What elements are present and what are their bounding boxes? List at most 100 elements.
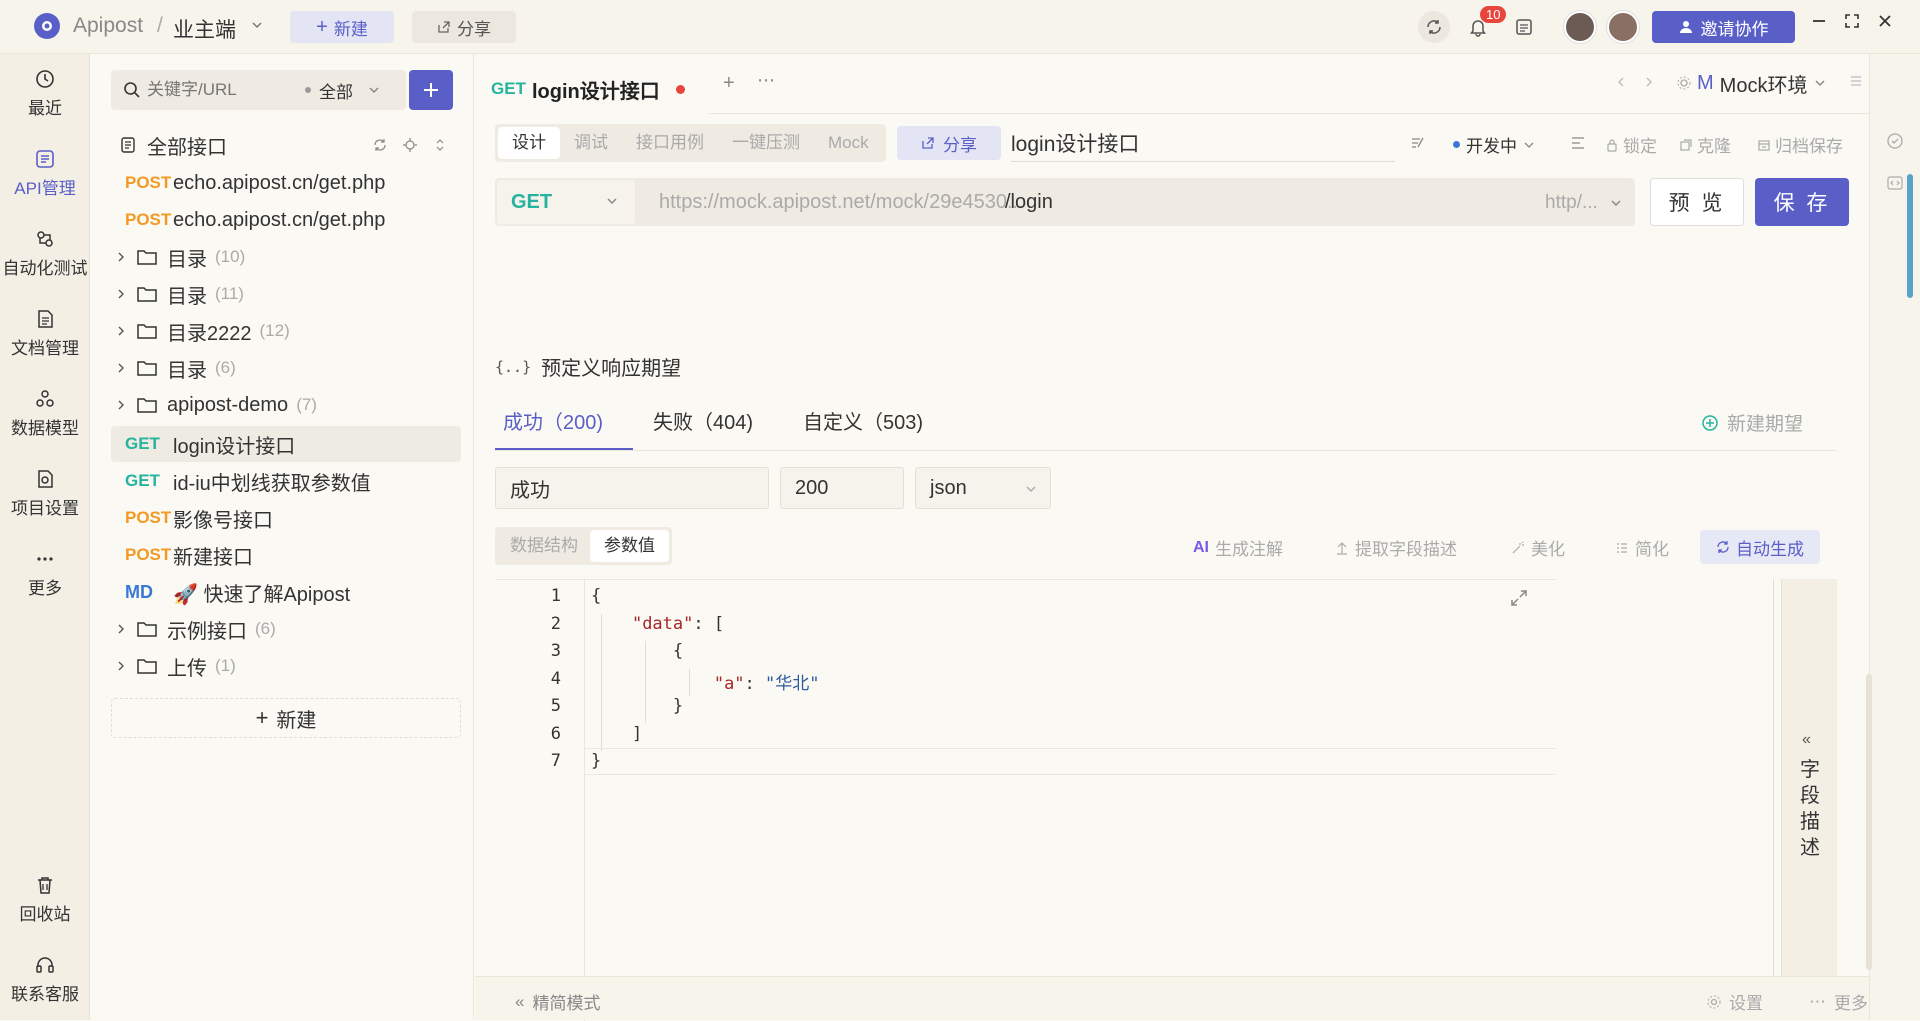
subtab-stress[interactable]: 一键压测 [718,127,814,159]
tree-item-api[interactable]: POST echo.apipost.cn/get.php [111,165,461,201]
refresh-icon[interactable] [373,138,387,152]
chevron-right-icon[interactable] [115,288,127,300]
filter-select[interactable]: 全部 [319,78,353,103]
method-select[interactable]: GET [497,180,635,224]
subtab-cases[interactable]: 接口用例 [622,127,718,159]
tree-folder[interactable]: 上传 (1) [111,648,461,684]
expand-icon[interactable] [1509,588,1529,608]
workspace-name[interactable]: 业主端 [173,14,236,44]
edit-icon[interactable] [1409,134,1427,152]
protocol-select[interactable]: http/... [1545,192,1598,214]
tree-folder[interactable]: 目录 (10) [111,239,461,275]
share-button[interactable]: 分享 [412,11,516,43]
add-tab-icon[interactable]: + [723,72,735,95]
new-expect-button[interactable]: 新建期望 [1701,409,1803,436]
view-structure[interactable]: 数据结构 [498,530,590,562]
notes-icon[interactable] [1514,17,1534,37]
resp-tab-custom[interactable]: 自定义（503) [803,406,923,435]
simple-mode-toggle[interactable]: « 精简模式 [515,989,600,1014]
nav-item-model[interactable]: 数据模型 [0,388,90,439]
tree-folder[interactable]: apipost-demo (7) [111,387,461,423]
tree-folder[interactable]: 目录 (6) [111,350,461,386]
chevron-down-icon[interactable] [367,83,381,97]
expect-name-input[interactable]: 成功 [495,467,769,509]
ai-annotate-button[interactable]: AI 生成注解 [1193,535,1283,560]
extract-desc-button[interactable]: 提取字段描述 [1335,535,1457,560]
nav-item-api[interactable]: API管理 [0,148,90,199]
tree-new-button[interactable]: + 新建 [111,698,461,738]
archive-button[interactable]: 归档保存 [1757,132,1843,157]
subtab-debug[interactable]: 调试 [560,127,622,159]
locate-icon[interactable] [403,138,417,152]
collapse-icon[interactable] [433,138,447,152]
search-input[interactable] [147,80,297,100]
check-circle-icon[interactable] [1886,132,1904,150]
save-button[interactable]: 保 存 [1755,178,1849,226]
resp-tab-fail[interactable]: 失败（404) [653,406,753,435]
tree-root[interactable]: 全部接口 [111,127,461,163]
tree-item-api[interactable]: POST echo.apipost.cn/get.php [111,202,461,238]
align-icon[interactable] [1569,134,1587,152]
nav-item-recent[interactable]: 最近 [0,68,90,119]
vertical-scrollbar[interactable] [1866,674,1872,970]
close-icon[interactable] [1876,12,1894,30]
settings-button[interactable]: 设置 [1707,989,1763,1014]
tree-item-api[interactable]: POST 影像号接口 [111,500,461,536]
avatar[interactable] [1607,11,1639,43]
tree-item-api[interactable]: POST 新建接口 [111,537,461,573]
tree-folder[interactable]: 目录 (11) [111,276,461,312]
nav-item-project-settings[interactable]: 项目设置 [0,468,90,519]
more-button[interactable]: ⋯ 更多 [1809,989,1868,1014]
tab-more-icon[interactable]: ⋯ [757,70,775,91]
nav-item-support[interactable]: 联系客服 [0,954,90,1005]
chevron-down-icon[interactable] [250,18,264,32]
chevron-left-icon[interactable] [1615,76,1627,88]
beautify-button[interactable]: 美化 [1511,535,1565,560]
chevron-right-icon[interactable] [115,251,127,263]
tree-item-api[interactable]: GET id-iu中划线获取参数值 [111,463,461,499]
api-name-field[interactable]: login设计接口 [1011,124,1395,162]
lock-button[interactable]: 锁定 [1605,132,1657,157]
preview-button[interactable]: 预 览 [1650,178,1744,226]
chevron-right-icon[interactable] [115,325,127,337]
new-button[interactable]: + 新建 [290,11,394,43]
nav-item-automation[interactable]: 自动化测试 [0,228,90,279]
json-editor[interactable]: 1 2 3 4 5 6 7 { "data": [ { "a": "华北" } … [495,579,1555,1021]
nav-item-trash[interactable]: 回收站 [0,874,90,925]
share-api-button[interactable]: 分享 [897,126,1001,160]
url-path-input[interactable]: /login [1005,191,1053,214]
status-code-input[interactable]: 200 [780,467,904,509]
sync-icon[interactable] [1418,11,1450,43]
code-icon[interactable] [1886,174,1904,192]
maximize-icon[interactable] [1843,12,1861,30]
nav-item-docs[interactable]: 文档管理 [0,308,90,359]
subtab-design[interactable]: 设计 [498,127,560,159]
avatar[interactable] [1564,11,1596,43]
tree-item-api-selected[interactable]: GET login设计接口 [111,426,461,462]
chevron-right-icon[interactable] [115,660,127,672]
chevron-right-icon[interactable] [115,623,127,635]
field-desc-panel-toggle[interactable]: « 字段描述 [1781,579,1837,1020]
chevron-down-icon[interactable] [1609,196,1623,210]
simplify-button[interactable]: 简化 [1615,535,1669,560]
minimize-icon[interactable] [1810,12,1828,30]
clone-button[interactable]: 克隆 [1679,132,1731,157]
chevron-right-icon[interactable] [115,399,127,411]
chevron-right-icon[interactable] [115,362,127,374]
tree-folder[interactable]: 目录2222 (12) [111,313,461,349]
menu-icon[interactable] [1849,74,1863,88]
resp-tab-success[interactable]: 成功（200) [503,406,603,435]
invite-button[interactable]: 邀请协作 [1652,11,1795,43]
tree-folder[interactable]: 示例接口 (6) [111,611,461,647]
subtab-mock[interactable]: Mock [814,127,883,159]
status-select[interactable]: 开发中 [1453,132,1535,157]
tab-login-api[interactable]: GET login设计接口 [475,64,709,114]
auto-generate-button[interactable]: 自动生成 [1700,530,1820,564]
env-selector[interactable]: M Mock环境 [1677,66,1845,100]
nav-item-more[interactable]: 更多 [0,548,90,599]
add-api-button[interactable] [409,70,453,110]
scroll-indicator[interactable] [1907,174,1913,298]
view-values[interactable]: 参数值 [590,530,669,562]
chevron-right-icon[interactable] [1643,76,1655,88]
format-select[interactable]: json [915,467,1051,509]
